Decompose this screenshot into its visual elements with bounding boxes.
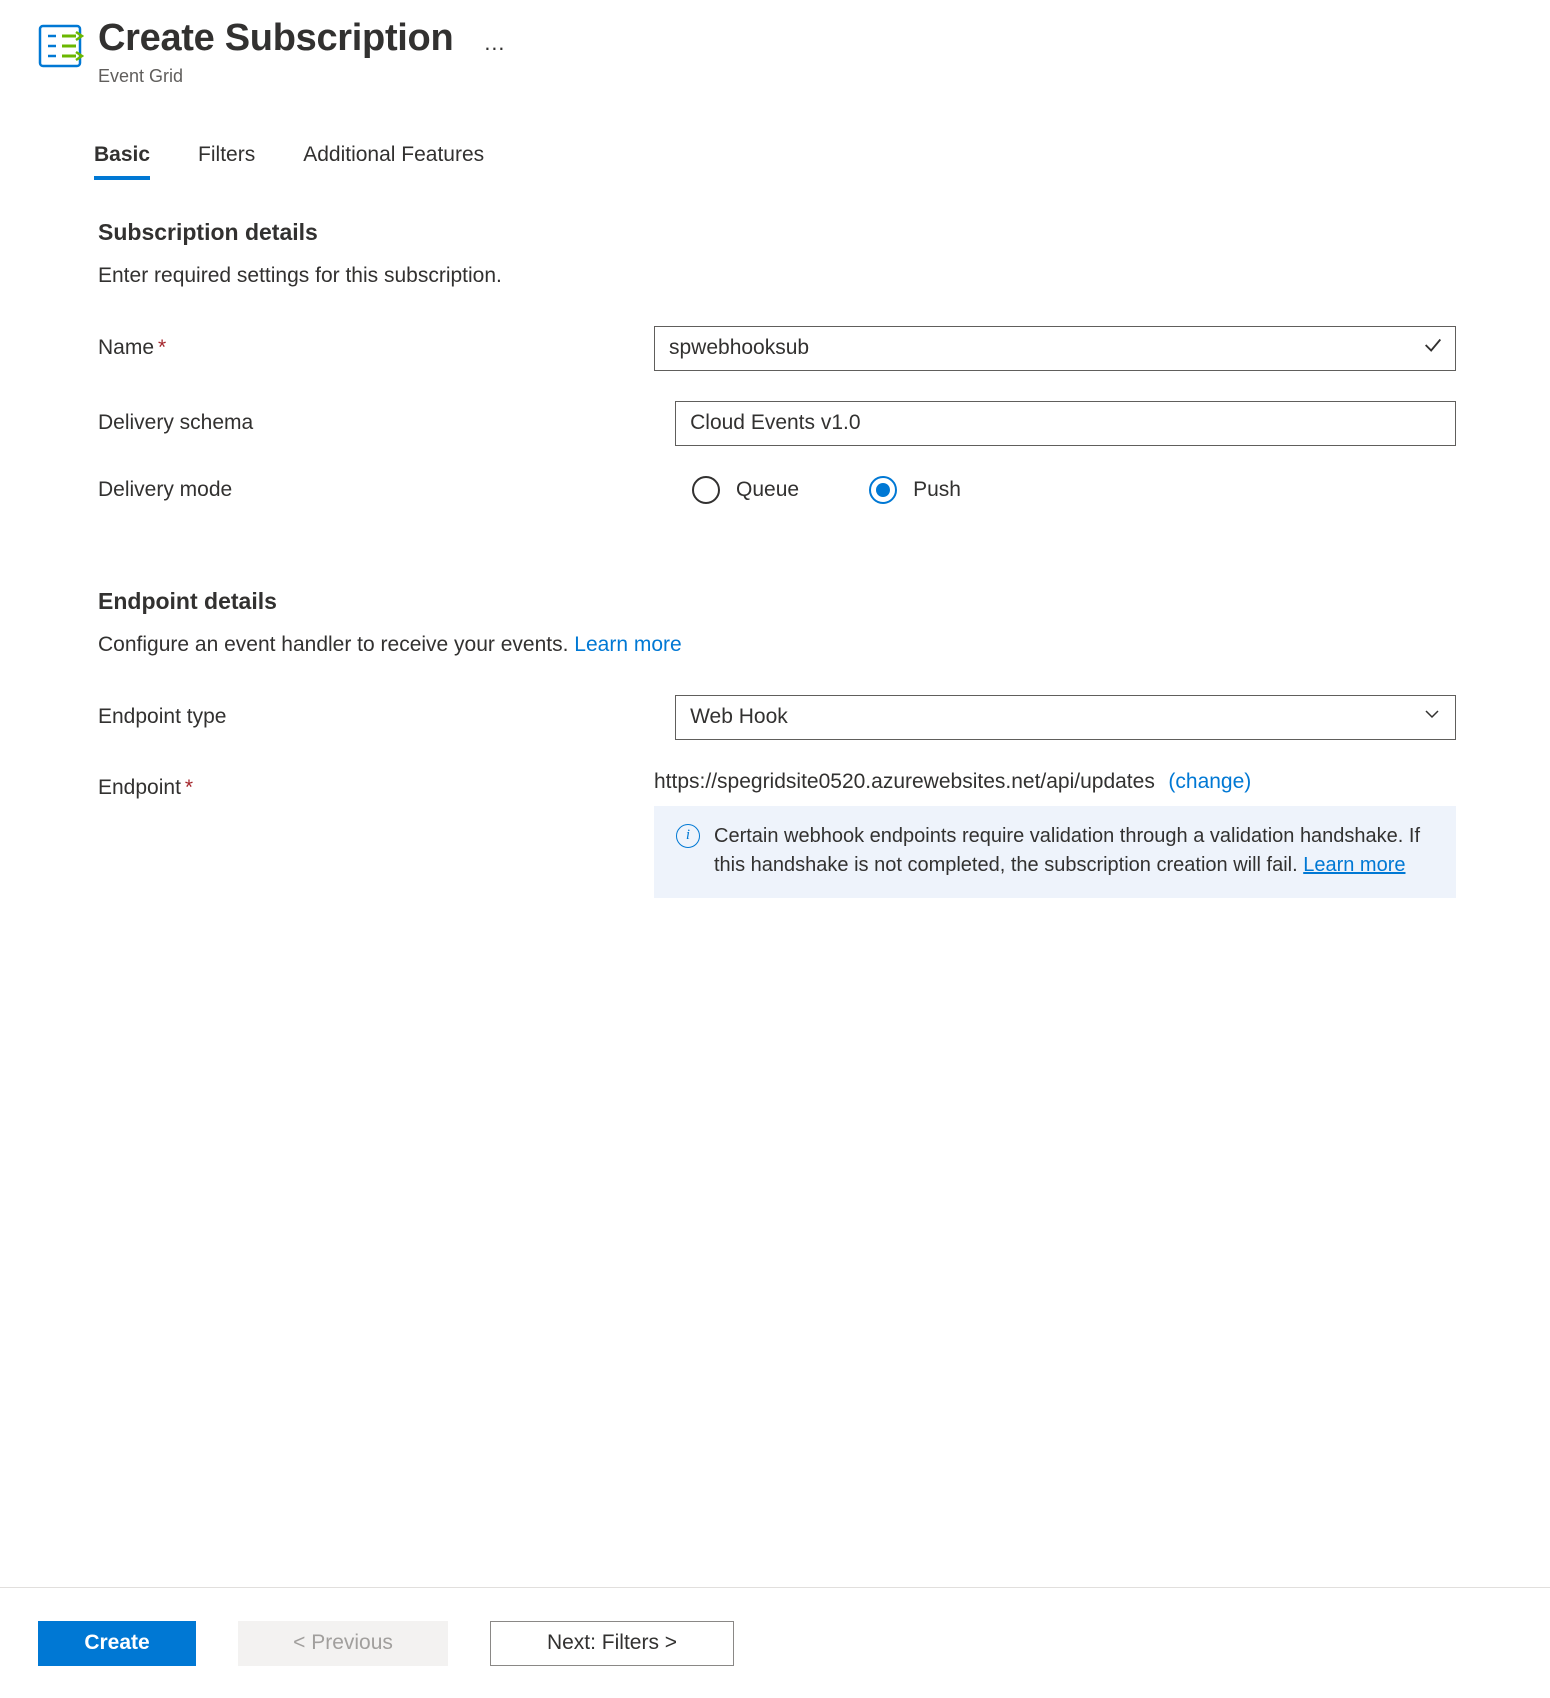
delivery-schema-select[interactable]: Cloud Events v1.0 (675, 401, 1456, 446)
name-input[interactable] (654, 326, 1456, 371)
delivery-mode-label: Delivery mode (98, 478, 692, 502)
chevron-down-icon (1423, 705, 1441, 729)
check-icon (1422, 334, 1444, 362)
subscription-section-desc: Enter required settings for this subscri… (98, 264, 1456, 288)
info-box: i Certain webhook endpoints require vali… (654, 806, 1456, 898)
endpoint-label: Endpoint* (98, 770, 654, 800)
endpoint-learn-more-link[interactable]: Learn more (574, 633, 681, 656)
subscription-section-title: Subscription details (98, 219, 1456, 246)
endpoint-change-link[interactable]: (change) (1168, 770, 1251, 793)
next-button[interactable]: Next: Filters > (490, 1621, 734, 1666)
endpoint-type-label: Endpoint type (98, 705, 675, 729)
previous-button: < Previous (238, 1621, 448, 1666)
create-button[interactable]: Create (38, 1621, 196, 1666)
page-subtitle: Event Grid (98, 66, 453, 87)
info-learn-more-link[interactable]: Learn more (1303, 854, 1405, 876)
tab-basic[interactable]: Basic (94, 143, 150, 179)
radio-queue[interactable]: Queue (692, 476, 799, 504)
radio-push[interactable]: Push (869, 476, 961, 504)
subscription-icon (36, 22, 84, 70)
more-button[interactable]: … (483, 30, 506, 56)
endpoint-type-select[interactable]: Web Hook (675, 695, 1456, 740)
delivery-mode-radio-group: Queue Push (692, 476, 961, 504)
info-text: Certain webhook endpoints require valida… (714, 822, 1434, 880)
info-icon: i (676, 824, 700, 848)
tabs: Basic Filters Additional Features (0, 143, 1550, 179)
endpoint-section-desc: Configure an event handler to receive yo… (98, 633, 1456, 657)
name-label: Name* (98, 336, 654, 360)
tab-filters[interactable]: Filters (198, 143, 255, 179)
page-title: Create Subscription (98, 18, 453, 60)
endpoint-value: https://spegridsite0520.azurewebsites.ne… (654, 770, 1155, 793)
delivery-schema-label: Delivery schema (98, 411, 675, 435)
tab-additional-features[interactable]: Additional Features (303, 143, 484, 179)
endpoint-section-title: Endpoint details (98, 588, 1456, 615)
